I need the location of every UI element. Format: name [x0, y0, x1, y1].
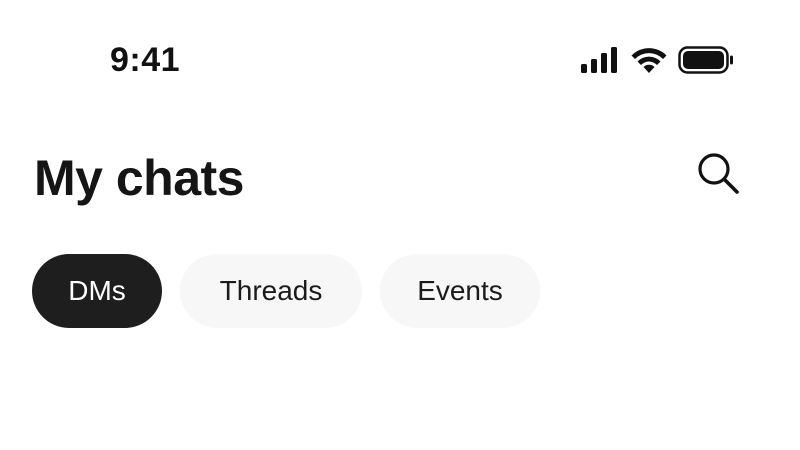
status-icons: [580, 44, 734, 76]
search-icon[interactable]: [695, 150, 741, 199]
search-button[interactable]: [688, 144, 748, 204]
cellular-signal-icon: [580, 47, 620, 73]
tab-dms[interactable]: DMs: [32, 254, 162, 328]
header: My chats: [0, 140, 800, 220]
status-bar: 9:41: [0, 0, 800, 110]
chat-list-screen: 9:41 My chats DMs Threads Events: [0, 0, 800, 450]
battery-icon: [678, 46, 734, 74]
tab-events[interactable]: Events: [380, 254, 540, 328]
status-time: 9:41: [110, 41, 181, 79]
tab-threads[interactable]: Threads: [180, 254, 362, 328]
wifi-icon: [630, 46, 668, 74]
page-title: My chats: [34, 150, 244, 206]
chat-filter-tabs: DMs Threads Events: [32, 254, 540, 328]
